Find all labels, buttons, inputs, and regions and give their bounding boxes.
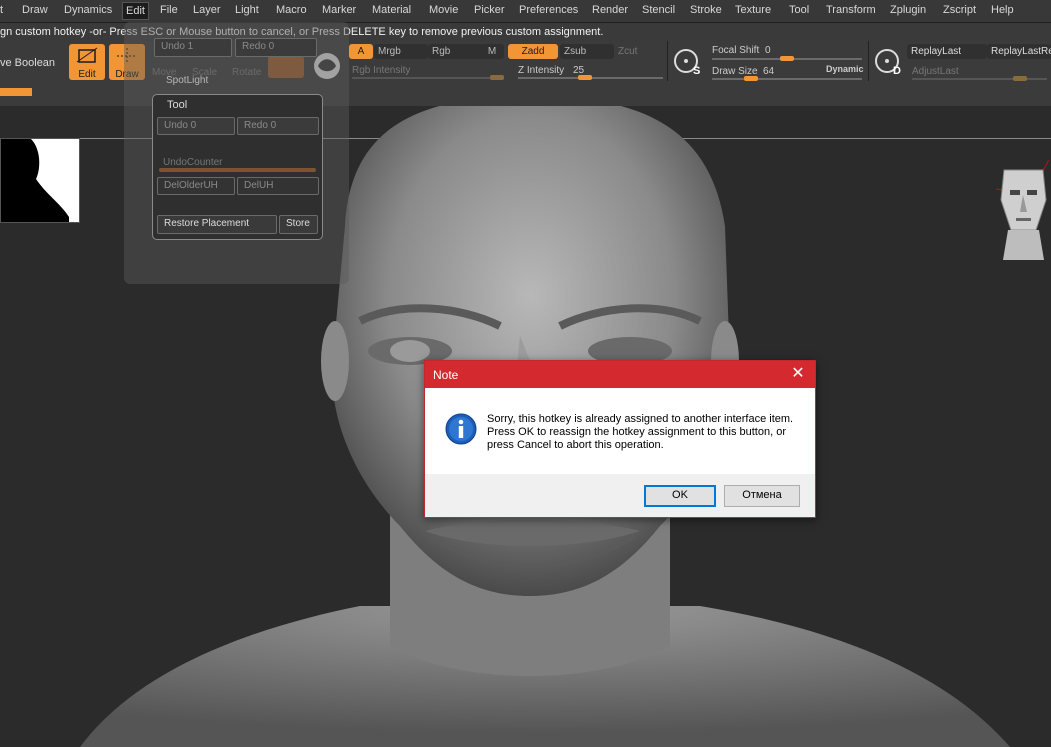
undo-button[interactable]: Undo 0 bbox=[157, 117, 235, 135]
menu-item-truncated[interactable]: t bbox=[0, 4, 3, 16]
menu-item-edit[interactable]: Edit bbox=[122, 2, 149, 20]
undo-counter-label: UndoCounter bbox=[163, 157, 223, 168]
replay-last-rel-button[interactable]: ReplayLastRe bbox=[987, 44, 1051, 59]
menu-item-file[interactable]: File bbox=[160, 4, 178, 16]
close-icon[interactable]: ✕ bbox=[785, 363, 811, 385]
toolbar-divider bbox=[868, 41, 869, 81]
adjust-last-label: AdjustLast bbox=[912, 66, 959, 77]
del-older-uh-button[interactable]: DelOlderUH bbox=[157, 177, 235, 195]
d-label: D bbox=[893, 65, 901, 77]
menu-item-macro[interactable]: Macro bbox=[276, 4, 307, 16]
menu-item-light[interactable]: Light bbox=[235, 4, 259, 16]
note-dialog: Note ✕ Sorry, this hotkey is already ass… bbox=[424, 360, 816, 518]
edit-icon bbox=[76, 47, 98, 63]
dialog-title: Note bbox=[433, 368, 459, 382]
menu-item-material[interactable]: Material bbox=[372, 4, 411, 16]
redo-top-button[interactable]: Redo 0 bbox=[235, 38, 317, 57]
restore-placement-button[interactable]: Restore Placement bbox=[157, 215, 277, 234]
menu-item-tool[interactable]: Tool bbox=[789, 4, 809, 16]
draw-size-slider[interactable] bbox=[712, 78, 862, 80]
menu-item-movie[interactable]: Movie bbox=[429, 4, 458, 16]
focal-shift-value: 0 bbox=[765, 45, 771, 56]
s-label: S bbox=[693, 65, 701, 77]
menu-item-zscript[interactable]: Zscript bbox=[943, 4, 976, 16]
rgb-intensity-knob[interactable] bbox=[490, 75, 504, 80]
zcut-toggle[interactable]: Zcut bbox=[618, 46, 637, 57]
rgb-toggle[interactable]: Rgb bbox=[428, 44, 482, 59]
menu-item-render[interactable]: Render bbox=[592, 4, 628, 16]
del-uh-button[interactable]: DelUH bbox=[237, 177, 319, 195]
menu-item-transform[interactable]: Transform bbox=[826, 4, 876, 16]
adjust-last-knob[interactable] bbox=[1013, 76, 1027, 81]
edit-label: Edit bbox=[78, 69, 96, 80]
menu-bar: t Draw Dynamics Edit File Layer Light Ma… bbox=[0, 0, 1051, 23]
draw-size-value: 64 bbox=[763, 66, 775, 77]
menu-item-stroke[interactable]: Stroke bbox=[690, 4, 722, 16]
dialog-title-bar[interactable]: Note ✕ bbox=[425, 361, 815, 388]
info-icon bbox=[445, 413, 477, 445]
undo-counter-slider[interactable] bbox=[159, 168, 316, 172]
dialog-body: Sorry, this hotkey is already assigned t… bbox=[425, 388, 815, 474]
undo-top-button[interactable]: Undo 1 bbox=[154, 38, 232, 57]
zadd-toggle[interactable]: Zadd bbox=[508, 44, 558, 59]
dynamic-toggle[interactable]: Dynamic bbox=[826, 64, 864, 74]
ok-button[interactable]: OK bbox=[644, 485, 716, 507]
menu-item-zplugin[interactable]: Zplugin bbox=[890, 4, 926, 16]
a-toggle[interactable]: A bbox=[349, 44, 373, 59]
tool-subpalette: Tool Undo 0 Redo 0 UndoCounter DelOlderU… bbox=[152, 94, 323, 240]
rgb-intensity-label: Rgb Intensity bbox=[352, 65, 411, 76]
zsub-toggle[interactable]: Zsub bbox=[560, 44, 614, 59]
live-boolean-button[interactable]: ve Boolean bbox=[0, 57, 55, 69]
silhouette-icon bbox=[1, 139, 69, 222]
redo-button[interactable]: Redo 0 bbox=[237, 117, 319, 135]
live-boolean-indicator bbox=[0, 88, 32, 96]
store-button[interactable]: Store bbox=[279, 215, 318, 234]
mrgb-toggle[interactable]: Mrgb bbox=[374, 44, 428, 59]
menu-item-layer[interactable]: Layer bbox=[193, 4, 221, 16]
replay-last-button[interactable]: ReplayLast bbox=[907, 44, 987, 59]
rgb-intensity-slider[interactable] bbox=[352, 77, 502, 79]
focal-shift-knob[interactable] bbox=[780, 56, 794, 61]
z-intensity-knob[interactable] bbox=[578, 75, 592, 80]
alpha-thumbnail[interactable] bbox=[0, 138, 80, 223]
cancel-button[interactable]: Отмена bbox=[724, 485, 800, 507]
menu-item-help[interactable]: Help bbox=[991, 4, 1014, 16]
menu-item-marker[interactable]: Marker bbox=[322, 4, 356, 16]
draw-size-knob[interactable] bbox=[744, 76, 758, 81]
menu-item-preferences[interactable]: Preferences bbox=[519, 4, 578, 16]
toolbar-divider bbox=[667, 41, 668, 81]
menu-item-texture[interactable]: Texture bbox=[735, 4, 771, 16]
dialog-message: Sorry, this hotkey is already assigned t… bbox=[487, 413, 794, 451]
focal-shift-label: Focal Shift bbox=[712, 45, 760, 56]
menu-item-stencil[interactable]: Stencil bbox=[642, 4, 675, 16]
tool-title: Tool bbox=[167, 99, 188, 111]
z-intensity-label: Z Intensity bbox=[518, 65, 565, 76]
edit-mode-button[interactable]: Edit bbox=[69, 44, 105, 80]
menu-item-draw[interactable]: Draw bbox=[22, 4, 48, 16]
menu-item-dynamics[interactable]: Dynamics bbox=[64, 4, 112, 16]
menu-item-picker[interactable]: Picker bbox=[474, 4, 505, 16]
m-toggle[interactable]: M bbox=[480, 44, 504, 59]
navigation-head-icon[interactable] bbox=[996, 160, 1051, 260]
